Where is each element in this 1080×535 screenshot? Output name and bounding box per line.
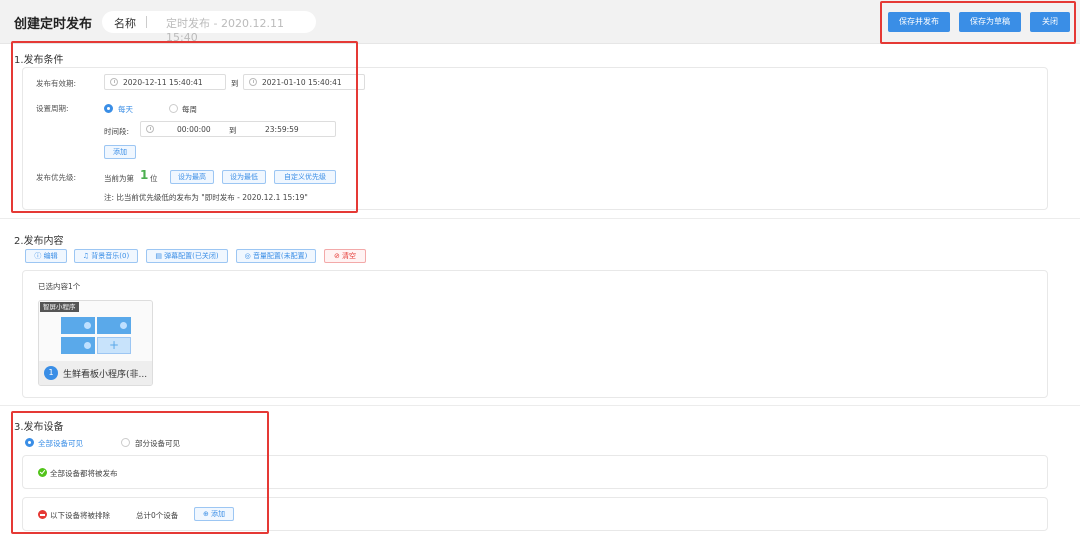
card-footer: 1 生鲜看板小程序(非... (39, 361, 152, 385)
tile-icon (84, 342, 91, 349)
clear-icon: ⊘ (333, 252, 343, 260)
page-title: 创建定时发布 (14, 17, 93, 32)
danmaku-label: 弹幕配置(已关闭) (164, 252, 219, 260)
tile-icon (120, 322, 127, 329)
audio-button[interactable]: ◎ 音量配置(未配置) (236, 249, 316, 263)
danmaku-button[interactable]: ▤ 弹幕配置(已关闭) (146, 249, 228, 263)
card-index-badge: 1 (44, 366, 58, 380)
selected-count: 已选内容1个 (38, 282, 81, 291)
content-panel (22, 270, 1048, 398)
card-name: 生鲜看板小程序(非... (63, 370, 148, 380)
tile (61, 317, 95, 334)
tile-icon (84, 322, 91, 329)
name-field[interactable]: 名称 定时发布 - 2020.12.11 15:40 (102, 11, 316, 44)
audio-label: 音量配置(未配置) (252, 252, 308, 260)
danmaku-icon: ▤ (155, 252, 165, 260)
name-label: 名称 (114, 17, 136, 30)
edit-icon: ⓘ (34, 252, 44, 260)
section-divider (0, 405, 1080, 406)
highlight-box-devices (11, 411, 269, 534)
bg-music-button[interactable]: ♫ 背景音乐(0) (74, 249, 138, 263)
section-title-content: 2.发布内容 (14, 236, 64, 247)
edit-label: 编辑 (43, 252, 58, 260)
name-divider (146, 16, 147, 28)
bg-music-label: 背景音乐(0) (91, 252, 130, 260)
edit-button[interactable]: ⓘ 编辑 (25, 249, 67, 263)
name-input[interactable]: 定时发布 - 2020.12.11 15:40 (166, 15, 306, 44)
highlight-box-conditions (11, 41, 358, 213)
add-tile-icon: + (97, 337, 131, 354)
volume-icon: ◎ (244, 252, 253, 260)
tile (61, 337, 95, 354)
clear-label: 清空 (342, 252, 357, 260)
tile (97, 317, 131, 334)
highlight-box-actions (880, 1, 1076, 44)
content-card[interactable]: 智屏小程序 + 1 生鲜看板小程序(非... (38, 300, 153, 386)
card-tag: 智屏小程序 (40, 302, 79, 312)
section-divider (0, 218, 1080, 219)
clear-button[interactable]: ⊘ 清空 (324, 249, 366, 263)
